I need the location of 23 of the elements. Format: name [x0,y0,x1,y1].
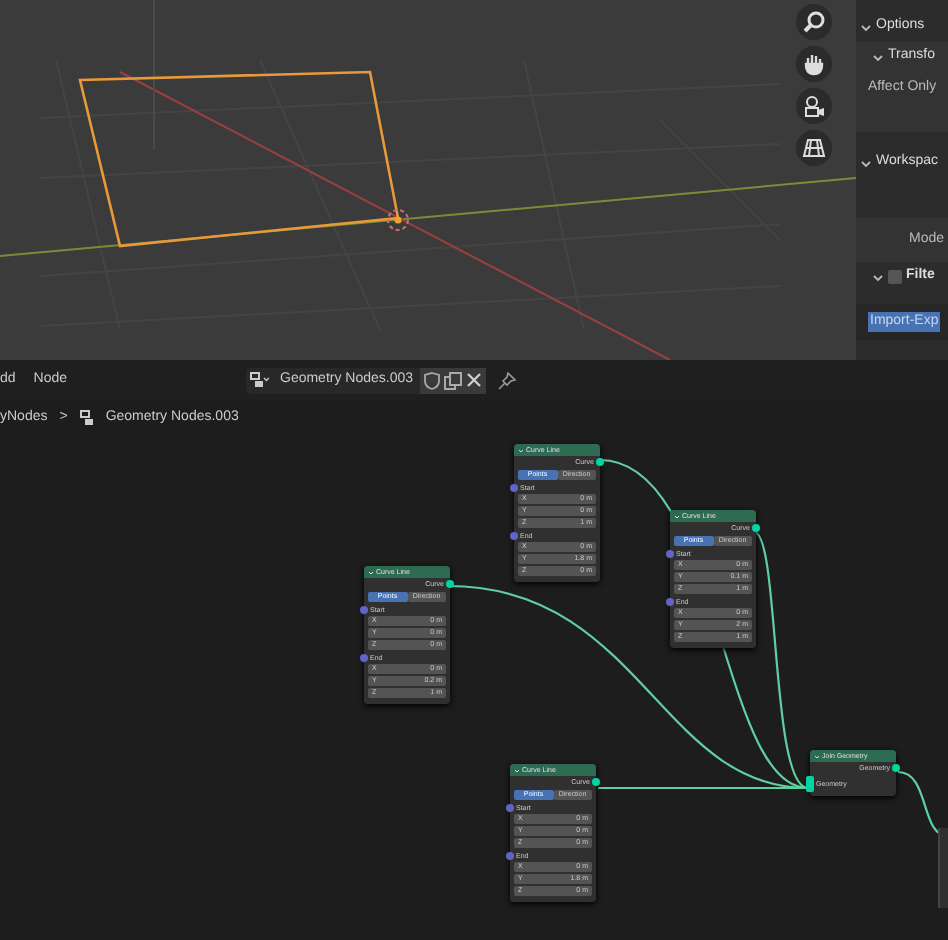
zoom-icon[interactable] [796,4,832,40]
pin-icon[interactable] [497,371,516,389]
grid-icon[interactable] [796,130,832,166]
multi-input-socket-icon[interactable] [806,776,814,792]
socket-icon[interactable] [446,580,454,588]
chevron-down-icon[interactable] [872,271,884,283]
node-tree-icon[interactable] [246,372,274,388]
checkbox[interactable] [888,270,902,284]
chevron-down-icon[interactable] [872,51,884,63]
origin-marker-icon [387,209,409,231]
shield-icon[interactable] [423,371,440,389]
camera-icon[interactable] [796,88,832,124]
socket-icon[interactable] [752,524,760,532]
chevron-down-icon[interactable] [860,21,872,33]
copy-icon[interactable] [443,371,462,389]
socket-icon[interactable] [592,778,600,786]
chevron-down-icon[interactable] [860,157,872,169]
node-partial [938,828,948,908]
close-icon[interactable] [465,372,482,388]
node-tree-icon [79,410,98,427]
socket-icon[interactable] [892,764,900,772]
socket-icon[interactable] [596,458,604,466]
hand-icon[interactable] [796,46,832,82]
